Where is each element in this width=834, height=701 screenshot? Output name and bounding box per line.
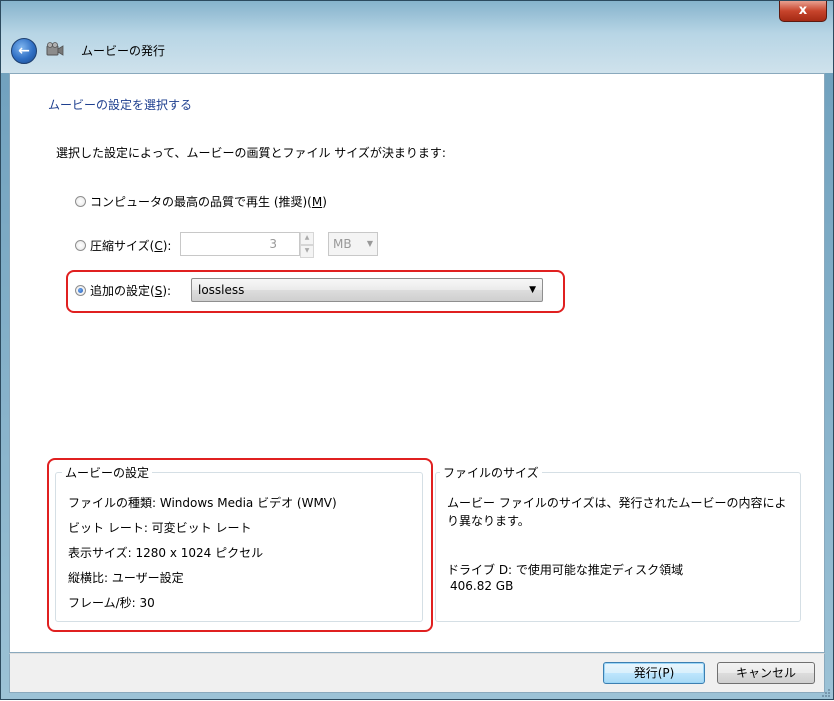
movie-maker-icon	[46, 42, 64, 58]
radio-compressed-size[interactable]	[75, 240, 86, 251]
chevron-down-icon: ▼	[366, 239, 373, 248]
title-bar: x ← ムービーの発行	[1, 1, 833, 73]
chevron-down-icon[interactable]: ▼	[300, 245, 314, 258]
window-frame: x ← ムービーの発行 ムービーの設定を選択する 選択した設定によって、ムービー…	[0, 0, 834, 700]
file-size-title: ファイルのサイズ	[440, 464, 542, 481]
disk-space-value: 406.82 GB	[450, 579, 514, 593]
file-size-note-line2: り異なります。	[447, 514, 530, 528]
button-bar: 発行(P) キャンセル	[9, 653, 825, 693]
size-unit-select[interactable]: MB ▼	[328, 232, 378, 256]
page-heading: ムービーの設定を選択する	[48, 98, 193, 112]
option-best-quality[interactable]: コンピュータの最高の品質で再生 (推奨)(M)	[75, 193, 327, 210]
close-button[interactable]: x	[779, 1, 827, 22]
size-unit-value: MB	[333, 237, 352, 251]
dialog-content: ムービーの設定を選択する 選択した設定によって、ムービーの画質とファイル サイズ…	[9, 73, 825, 653]
publish-button[interactable]: 発行(P)	[603, 662, 705, 684]
back-arrow-icon: ←	[18, 43, 30, 59]
option-compressed-size-label: 圧縮サイズ(C):	[90, 239, 172, 253]
resize-grip-icon[interactable]	[821, 687, 831, 697]
chevron-up-icon[interactable]: ▲	[300, 232, 314, 245]
compressed-size-stepper[interactable]: ▲ ▼	[300, 232, 314, 258]
highlight-box-settings	[66, 270, 565, 313]
page-description: 選択した設定によって、ムービーの画質とファイル サイズが決まります:	[56, 146, 446, 160]
compressed-size-input[interactable]: 3	[180, 232, 300, 256]
disk-space-label: ドライブ D: で使用可能な推定ディスク領域	[447, 563, 684, 577]
cancel-button[interactable]: キャンセル	[717, 662, 815, 684]
option-compressed-size[interactable]: 圧縮サイズ(C):	[75, 237, 171, 254]
highlight-box-movie-settings	[47, 458, 433, 632]
option-best-quality-label: コンピュータの最高の品質で再生 (推奨)(M)	[90, 195, 327, 209]
radio-best-quality[interactable]	[75, 196, 86, 207]
window-title: ムービーの発行	[81, 44, 166, 58]
back-button[interactable]: ←	[11, 38, 37, 64]
file-size-note-line1: ムービー ファイルのサイズは、発行されたムービーの内容によ	[447, 496, 787, 510]
close-icon: x	[798, 3, 808, 18]
